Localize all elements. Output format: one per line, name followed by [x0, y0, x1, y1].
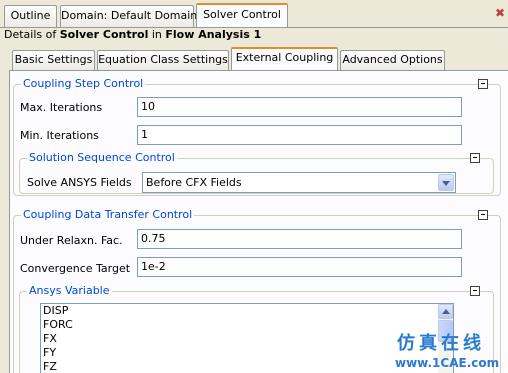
list-item[interactable]: FY [41, 346, 453, 360]
tab-equation-class-settings[interactable]: Equation Class Settings [97, 50, 229, 70]
list-item[interactable]: DISP [41, 304, 453, 318]
solve-ansys-fields-label: Solve ANSYS Fields [27, 176, 132, 189]
group-title-coupling-data-transfer-control: Coupling Data Transfer Control [21, 208, 195, 222]
max-iterations-label: Max. Iterations [20, 101, 103, 114]
under-relaxn-label: Under Relaxn. Fac. [20, 234, 123, 247]
tab-basic-settings[interactable]: Basic Settings [12, 50, 95, 70]
list-item[interactable]: FORC [41, 318, 453, 332]
group-title-ansys-variable: Ansys Variable [27, 284, 112, 298]
collapse-icon[interactable] [478, 79, 488, 89]
list-item[interactable]: FX [41, 332, 453, 346]
under-relaxn-field[interactable]: 0.75 [137, 229, 462, 249]
collapse-icon[interactable] [470, 153, 480, 163]
convergence-target-field[interactable]: 1e-2 [137, 257, 462, 277]
close-icon[interactable]: ✖ [494, 7, 506, 19]
watermark-url: www.1CAE.com [395, 356, 500, 370]
min-iterations-field[interactable]: 1 [137, 125, 462, 145]
solve-ansys-fields-select[interactable]: Before CFX Fields [142, 172, 456, 193]
tab-domain-default-domain[interactable]: Domain: Default Domain [60, 5, 197, 27]
tab-advanced-options[interactable]: Advanced Options [340, 50, 445, 70]
min-iterations-label: Min. Iterations [20, 129, 99, 142]
collapse-icon[interactable] [478, 210, 488, 220]
tab-outline[interactable]: Outline [4, 5, 57, 27]
max-iterations-field[interactable]: 10 [137, 97, 462, 117]
list-item[interactable]: FZ [41, 360, 453, 373]
solve-ansys-fields-value: Before CFX Fields [146, 176, 242, 189]
collapse-icon[interactable] [470, 286, 480, 296]
group-title-solution-sequence-control: Solution Sequence Control [27, 151, 177, 165]
ansys-variable-list[interactable]: DISP FORC FX FY FZ [40, 303, 454, 373]
tab-solver-control[interactable]: Solver Control [196, 3, 288, 28]
scroll-up-icon[interactable] [438, 304, 453, 319]
details-header: Details of Solver Control in Flow Analys… [4, 28, 262, 41]
chevron-down-icon[interactable] [438, 174, 454, 191]
convergence-target-label: Convergence Target [20, 262, 131, 275]
watermark-logo: 仿真在线 [397, 333, 485, 354]
tab-external-coupling[interactable]: External Coupling [231, 47, 338, 71]
group-title-coupling-step-control: Coupling Step Control [21, 77, 146, 91]
